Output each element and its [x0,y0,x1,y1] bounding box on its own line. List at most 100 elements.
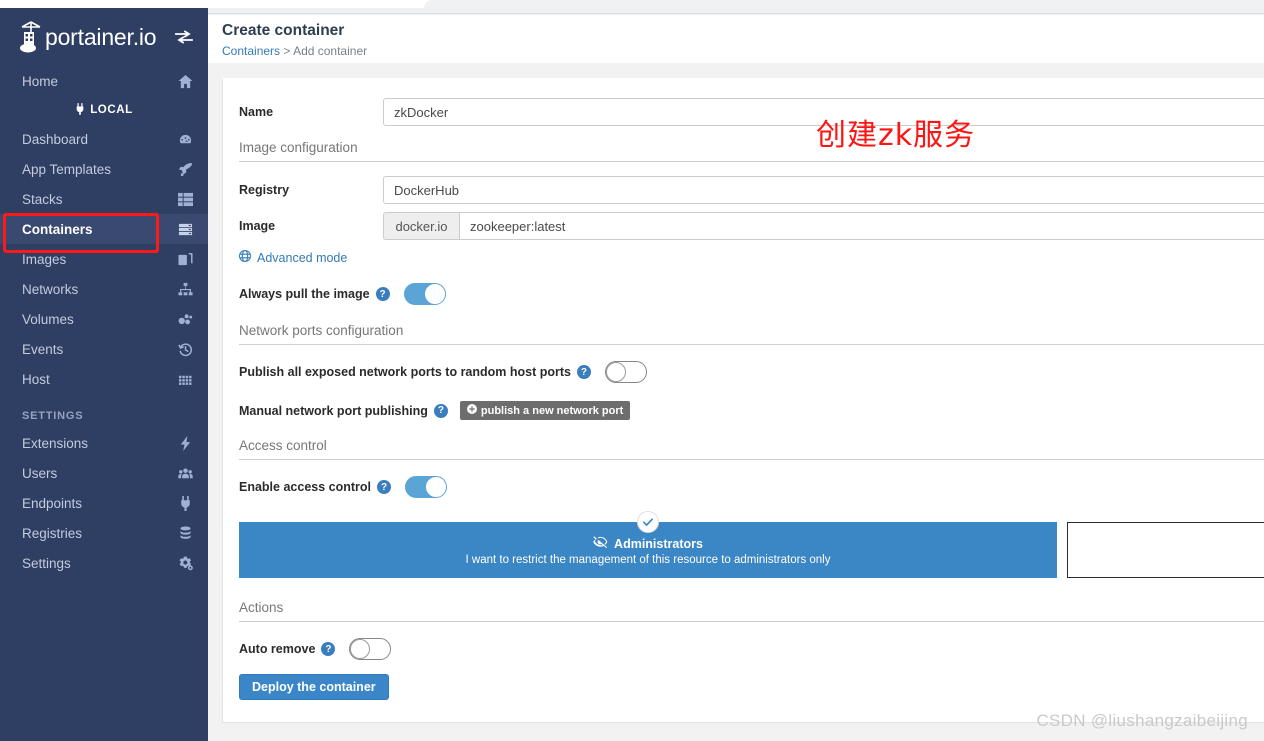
help-icon-publish-all[interactable]: ? [576,365,591,379]
users-icon [176,465,194,481]
eye-slash-icon [593,536,608,551]
image-row: Image docker.io [223,212,1264,240]
name-input[interactable] [383,98,1264,126]
stacks-icon [176,191,194,207]
breadcrumb: Containers > Add container [222,44,1264,58]
name-label: Name [239,105,274,119]
page-title: Create container [222,22,345,39]
sidebar-item-label: Dashboard [22,131,89,147]
sidebar-item-stacks[interactable]: Stacks [0,184,208,214]
globe-icon [239,250,251,265]
always-pull-row: Always pull the image ? [223,283,1264,305]
section-access-control: Access control [239,438,1264,460]
sidebar-item-networks[interactable]: Networks [0,274,208,304]
sidebar-item-label: App Templates [22,161,112,177]
auto-remove-row: Auto remove ? [223,638,1264,660]
enable-access-control-toggle[interactable] [405,476,448,498]
help-icon-manual-publish[interactable]: ? [433,403,448,418]
sidebar-item-images[interactable]: Images [0,244,208,274]
access-control-options: Administrators I want to restrict the ma… [239,511,1264,578]
breadcrumb-link-containers[interactable]: Containers [222,44,280,58]
help-icon-auto-remove[interactable]: ? [321,642,336,656]
sidebar-item-label: Containers [22,221,93,237]
sidebar-item-host[interactable]: Host [0,364,208,394]
home-icon [176,73,194,89]
sidebar-item-volumes[interactable]: Volumes [0,304,208,334]
registry-row: Registry [223,176,1264,204]
browser-chrome-strip [0,0,1264,8]
breadcrumb-separator: > [283,44,291,58]
access-control-card-administrators[interactable]: Administrators I want to restrict the ma… [239,511,1057,578]
sidebar-item-label: Users [22,465,58,481]
sidebar-item-containers[interactable]: Containers [0,214,208,244]
sidebar-item-registries[interactable]: Registries [0,518,208,548]
sidebar-item-app-templates[interactable]: App Templates [0,154,208,184]
grid-icon [176,371,194,387]
enable-access-control-row: Enable access control ? [223,476,1264,498]
image-registry-addon: docker.io [383,212,459,240]
section-network-ports: Network ports configuration [239,323,1264,345]
history-icon [176,341,194,357]
section-image-configuration: Image configuration [239,140,1264,162]
sidebar-item-events[interactable]: Events [0,334,208,364]
enable-access-control-label: Enable access control [239,480,372,494]
sidebar-section-settings: SETTINGS [22,410,84,422]
sidebar-item-label: Stacks [22,191,63,207]
publish-all-toggle[interactable] [604,361,647,383]
containers-icon [176,221,194,237]
rocket-icon [176,161,194,177]
sidebar-item-extensions[interactable]: Extensions [0,428,208,458]
volumes-icon [176,311,194,327]
publish-new-network-port-button[interactable]: publish a new network port [459,401,631,420]
registry-input[interactable] [383,176,1264,204]
browser-tab-edge [424,0,1264,8]
gears-icon [176,555,194,571]
deploy-row: Deploy the container [223,674,1264,700]
name-row: Name [223,98,1264,126]
image-label: Image [239,219,276,233]
sidebar-item-label: Endpoints [22,495,83,511]
sidebar-item-label: Volumes [22,311,74,327]
exchange-icon[interactable] [174,30,194,44]
help-icon-always-pull[interactable]: ? [375,287,390,301]
toggle-knob [350,639,371,659]
auto-remove-toggle[interactable] [349,638,392,660]
sidebar-item-label: Host [22,371,50,387]
always-pull-label: Always pull the image [239,287,370,301]
sidebar-item-endpoints[interactable]: Endpoints [0,488,208,518]
help-icon-enable-access-control[interactable]: ? [377,480,392,494]
deploy-container-button[interactable]: Deploy the container [239,674,389,700]
manual-publish-label: Manual network port publishing [239,403,428,418]
networks-icon [176,281,194,297]
toggle-knob [605,362,626,382]
sidebar-item-label: Registries [22,525,83,541]
sidebar-item-users[interactable]: Users [0,458,208,488]
sidebar-item-label: Home [22,73,59,89]
always-pull-toggle[interactable] [403,283,446,305]
publish-new-network-port-label: publish a new network port [480,404,624,417]
toggle-knob [424,284,445,304]
brand-header[interactable]: portainer.io [0,8,208,66]
sidebar-item-label: Extensions [22,435,89,451]
section-actions: Actions [239,600,1264,622]
sidebar-item-label: Events [22,341,64,357]
registry-label: Registry [239,183,290,197]
image-input[interactable] [459,212,1264,240]
sidebar-item-settings[interactable]: Settings [0,548,208,578]
sidebar-item-home[interactable]: Home [0,66,208,96]
main-content: Create container Containers > Add contai… [208,8,1264,741]
sidebar-item-label: Settings [22,555,71,571]
advanced-mode-label: Advanced mode [257,250,348,265]
sidebar-item-dashboard[interactable]: Dashboard [0,124,208,154]
page-header: Create container Containers > Add contai… [208,15,1264,63]
advanced-mode-link[interactable]: Advanced mode [239,250,1264,265]
app-root: portainer.io Home LOCAL Dashboard App Te… [0,0,1264,741]
images-icon [176,251,194,267]
access-control-card-title-wrap: Administrators [249,536,1047,551]
access-control-card-secondary[interactable] [1067,522,1264,578]
image-input-group: docker.io [383,212,1264,240]
create-container-panel: Name Image configuration Registry Image … [222,78,1264,723]
publish-all-label: Publish all exposed network ports to ran… [239,365,571,379]
database-icon [176,525,194,541]
plug-icon [176,495,194,511]
